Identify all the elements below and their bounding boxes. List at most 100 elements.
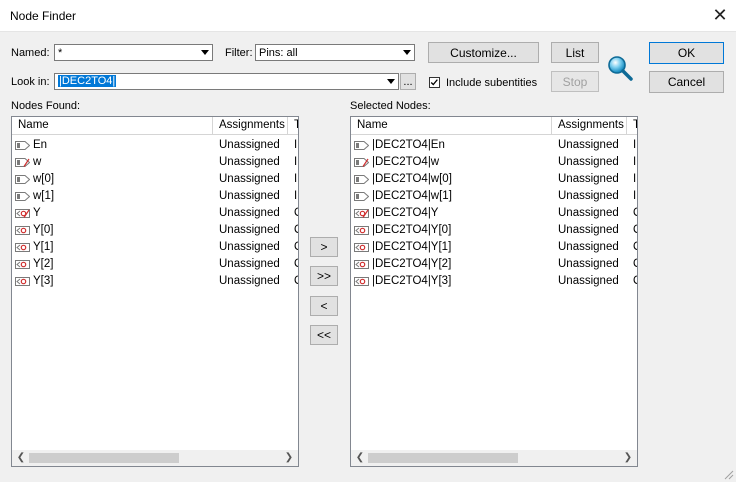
chevron-down-icon[interactable] xyxy=(196,45,212,60)
selected-nodes-list[interactable]: Name Assignments T |DEC2TO4|En Unassigned… xyxy=(350,116,638,467)
node-name: |DEC2TO4|Y[1] xyxy=(372,241,452,253)
close-icon[interactable]: ✕ xyxy=(710,5,730,25)
table-row[interactable]: w[1] Unassigned I xyxy=(12,188,298,205)
named-label: Named: xyxy=(11,47,50,59)
table-row[interactable]: |DEC2TO4|Y[1] Unassigned O xyxy=(351,239,637,256)
look-in-combo[interactable]: |DEC2TO4| xyxy=(54,73,399,90)
input-pin-icon xyxy=(15,141,30,150)
node-assignment: Unassigned xyxy=(219,275,280,287)
node-type: O xyxy=(633,258,637,270)
input-pin-icon xyxy=(15,158,30,167)
horizontal-scrollbar[interactable]: ❮ ❯ xyxy=(12,450,298,466)
table-row[interactable]: |DEC2TO4|Y[3] Unassigned O xyxy=(351,273,637,290)
node-assignment: Unassigned xyxy=(558,241,619,253)
scroll-right-icon[interactable]: ❯ xyxy=(283,452,295,464)
output-pin-icon xyxy=(15,260,30,269)
node-type: O xyxy=(633,241,637,253)
input-pin-icon xyxy=(354,141,369,150)
node-assignment: Unassigned xyxy=(558,275,619,287)
scroll-right-icon[interactable]: ❯ xyxy=(622,452,634,464)
table-row[interactable]: |DEC2TO4|w[0] Unassigned I xyxy=(351,171,637,188)
list-button[interactable]: List xyxy=(551,42,599,63)
node-assignment: Unassigned xyxy=(558,190,619,202)
column-header-type[interactable]: T xyxy=(627,117,637,134)
column-header-name[interactable]: Name xyxy=(351,117,552,134)
node-type: I xyxy=(633,156,637,168)
ok-button[interactable]: OK xyxy=(649,42,724,64)
column-header-type[interactable]: T xyxy=(288,117,298,134)
remove-button[interactable]: < xyxy=(310,296,338,316)
column-header-assignments[interactable]: Assignments xyxy=(213,117,288,134)
filter-label: Filter: xyxy=(225,47,253,59)
node-assignment: Unassigned xyxy=(219,173,280,185)
add-all-button[interactable]: >> xyxy=(310,266,338,286)
checkmark-icon xyxy=(430,79,438,86)
filter-value: Pins: all xyxy=(259,47,298,59)
table-row[interactable]: w Unassigned I xyxy=(12,154,298,171)
node-type: O xyxy=(294,258,298,270)
table-row[interactable]: |DEC2TO4|En Unassigned I xyxy=(351,137,637,154)
chevron-down-icon[interactable] xyxy=(382,74,398,89)
node-assignment: Unassigned xyxy=(558,173,619,185)
column-header-assignments[interactable]: Assignments xyxy=(552,117,627,134)
scroll-left-icon[interactable]: ❮ xyxy=(15,452,27,464)
table-row[interactable]: |DEC2TO4|Y[2] Unassigned O xyxy=(351,256,637,273)
node-assignment: Unassigned xyxy=(219,156,280,168)
named-combo[interactable]: * xyxy=(54,44,213,61)
customize-button[interactable]: Customize... xyxy=(428,42,539,63)
selected-nodes-label: Selected Nodes: xyxy=(350,100,431,112)
stop-button[interactable]: Stop xyxy=(551,71,599,92)
horizontal-scrollbar[interactable]: ❮ ❯ xyxy=(351,450,637,466)
table-row[interactable]: Y[0] Unassigned O xyxy=(12,222,298,239)
output-pin-icon xyxy=(354,209,369,218)
node-name: |DEC2TO4|w[1] xyxy=(372,190,452,202)
look-in-value: |DEC2TO4| xyxy=(58,75,117,87)
node-name: |DEC2TO4|w[0] xyxy=(372,173,452,185)
magnifier-icon xyxy=(608,56,633,81)
output-pin-icon xyxy=(354,277,369,286)
node-assignment: Unassigned xyxy=(219,258,280,270)
input-pin-icon xyxy=(354,158,369,167)
table-row[interactable]: Y[1] Unassigned O xyxy=(12,239,298,256)
nodes-found-list[interactable]: Name Assignments T En Unassigned Iw Unassig… xyxy=(11,116,299,467)
output-pin-icon xyxy=(15,209,30,218)
list-header: Name Assignments T xyxy=(351,117,637,135)
browse-button[interactable]: ... xyxy=(400,73,416,90)
node-name: w[0] xyxy=(33,173,55,185)
output-pin-icon xyxy=(15,243,30,252)
node-type: O xyxy=(294,241,298,253)
table-row[interactable]: En Unassigned I xyxy=(12,137,298,154)
table-row[interactable]: |DEC2TO4|w[1] Unassigned I xyxy=(351,188,637,205)
table-row[interactable]: Y[3] Unassigned O xyxy=(12,273,298,290)
chevron-down-icon[interactable] xyxy=(398,45,414,60)
cancel-button[interactable]: Cancel xyxy=(649,71,724,93)
column-header-name[interactable]: Name xyxy=(12,117,213,134)
node-type: I xyxy=(633,139,637,151)
node-name: En xyxy=(33,139,48,151)
node-name: |DEC2TO4|Y xyxy=(372,207,439,219)
table-row[interactable]: Y[2] Unassigned O xyxy=(12,256,298,273)
output-pin-icon xyxy=(354,260,369,269)
add-button[interactable]: > xyxy=(310,237,338,257)
table-row[interactable]: |DEC2TO4|Y Unassigned O xyxy=(351,205,637,222)
remove-all-button[interactable]: << xyxy=(310,325,338,345)
named-value: * xyxy=(58,47,63,59)
input-pin-icon xyxy=(15,192,30,201)
node-type: O xyxy=(633,224,637,236)
scrollbar-thumb[interactable] xyxy=(29,453,179,463)
title-bar: Node Finder ✕ xyxy=(0,0,736,32)
input-pin-icon xyxy=(354,175,369,184)
scrollbar-thumb[interactable] xyxy=(368,453,518,463)
node-assignment: Unassigned xyxy=(558,156,619,168)
filter-combo[interactable]: Pins: all xyxy=(255,44,415,61)
node-name: |DEC2TO4|w xyxy=(372,156,440,168)
input-pin-icon xyxy=(354,192,369,201)
include-subentities-checkbox[interactable] xyxy=(429,77,440,88)
resize-grip-icon[interactable] xyxy=(722,468,734,480)
scroll-left-icon[interactable]: ❮ xyxy=(354,452,366,464)
node-name: Y[0] xyxy=(33,224,54,236)
table-row[interactable]: |DEC2TO4|w Unassigned I xyxy=(351,154,637,171)
table-row[interactable]: w[0] Unassigned I xyxy=(12,171,298,188)
table-row[interactable]: |DEC2TO4|Y[0] Unassigned O xyxy=(351,222,637,239)
table-row[interactable]: Y Unassigned O xyxy=(12,205,298,222)
